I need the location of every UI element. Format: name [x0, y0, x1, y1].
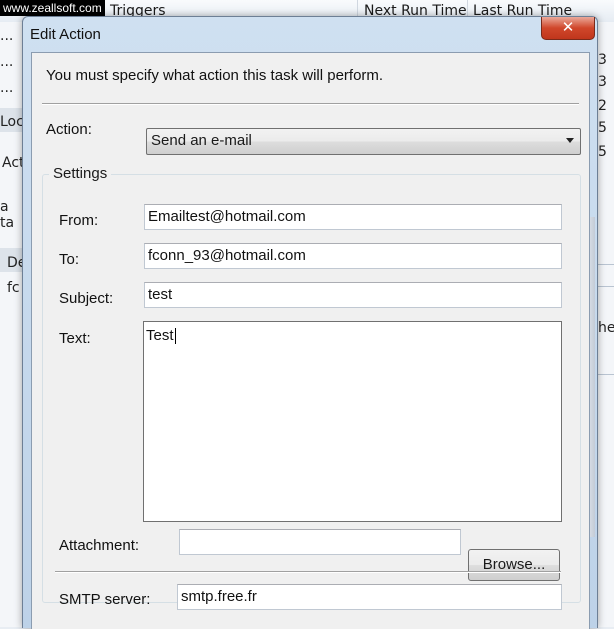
bg-fragment: 2: [598, 98, 607, 114]
dialog-body: You must specify what action this task w…: [31, 52, 590, 629]
smtp-server-field[interactable]: smtp.free.fr: [177, 584, 562, 610]
bg-fragment: fc: [7, 280, 20, 296]
subject-field[interactable]: test: [144, 282, 562, 308]
from-field[interactable]: Emailtest@hotmail.com: [144, 204, 562, 230]
to-field[interactable]: fconn_93@hotmail.com: [144, 243, 562, 269]
bg-line: [596, 286, 614, 287]
action-label: Action:: [46, 121, 92, 138]
action-dropdown-value: Send an e-mail: [151, 132, 252, 149]
bg-fragment: he: [598, 320, 614, 336]
close-button[interactable]: ✕: [541, 17, 595, 40]
background-right-strip: 3 3 2 5 5 he: [596, 22, 614, 627]
text-area-value: Test: [146, 327, 174, 344]
browse-button[interactable]: Browse...: [468, 549, 560, 581]
action-dropdown[interactable]: Send an e-mail: [146, 128, 581, 155]
bg-fragment: ...: [0, 54, 14, 70]
smtp-server-label: SMTP server:: [59, 591, 151, 608]
separator: [55, 571, 561, 573]
bg-fragment: ...: [0, 28, 14, 44]
text-label: Text:: [59, 330, 91, 347]
to-label: To:: [59, 251, 80, 268]
settings-legend: Settings: [49, 165, 112, 182]
separator: [42, 103, 579, 105]
bg-fragment: 3: [598, 52, 607, 68]
bg-fragment: Loc: [0, 114, 24, 130]
bg-fragment: ...: [0, 80, 14, 96]
bg-line: [596, 264, 614, 265]
text-cursor: [174, 328, 176, 344]
watermark: www.zeallsoft.com: [0, 0, 105, 16]
bg-line: [596, 374, 614, 375]
bg-fragment: 3: [598, 74, 607, 90]
subject-label: Subject:: [59, 290, 114, 307]
attachment-label: Attachment:: [59, 537, 140, 554]
background-left-strip: ... ... ... Loc Act a ta De fc: [0, 22, 26, 627]
close-icon: ✕: [561, 18, 575, 36]
text-area[interactable]: Test: [143, 321, 562, 522]
from-label: From:: [59, 212, 99, 229]
bg-fragment: 5: [598, 120, 607, 136]
edit-action-dialog: Edit Action ✕ You must specify what acti…: [22, 16, 598, 629]
attachment-field[interactable]: [179, 529, 461, 555]
instruction-text: You must specify what action this task w…: [46, 67, 384, 84]
chevron-down-icon: [566, 138, 574, 143]
bg-fragment: 5: [598, 144, 607, 160]
bg-fragment: a ta: [0, 199, 15, 231]
dialog-title: Edit Action: [30, 26, 101, 43]
